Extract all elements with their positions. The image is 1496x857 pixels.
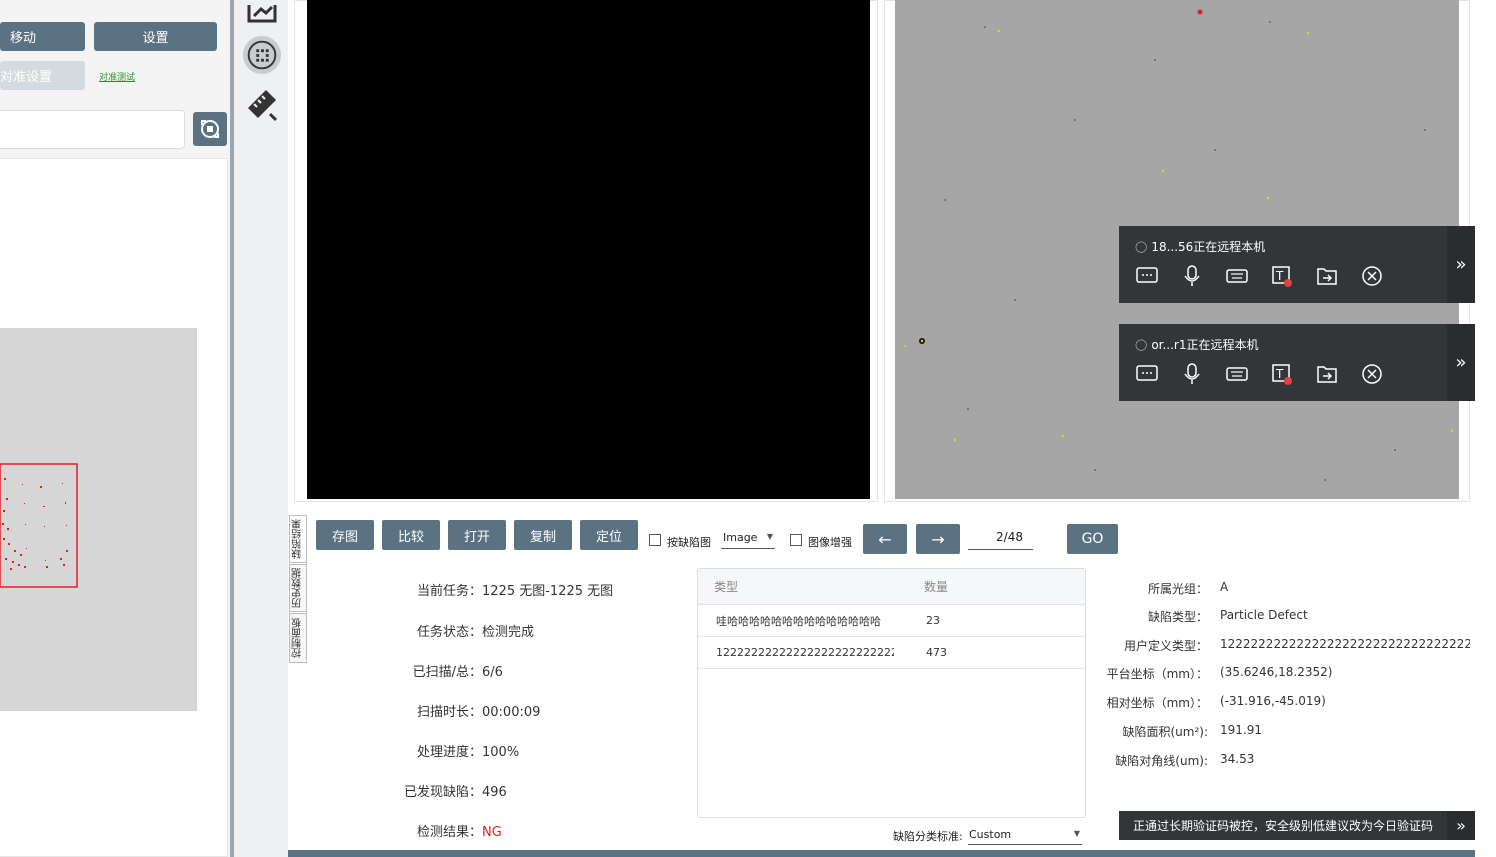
image-zoom-icon[interactable] [242,0,282,28]
align-test-link[interactable]: 对准测试 [99,70,135,83]
chat-icon[interactable] [1135,264,1159,288]
wafer-icon[interactable] [242,35,282,75]
classification-value: Custom [969,828,1012,841]
remote-session-title: or...r1正在远程本机 [1151,338,1259,352]
prop-light-group-value: A [1220,580,1229,594]
security-warning-toast: 正通过长期验证码被控，安全级别低建议改为今日验证码 » [1119,811,1475,840]
table-header: 类型 数量 [698,569,1085,605]
table-cell-count: 473 [926,646,947,659]
left-image-view[interactable] [307,0,870,499]
image-type-select[interactable]: Image ▼ [721,527,775,549]
vertical-tabs: 缺陷结果 历史数据 控制面板 [288,515,308,665]
prop-defect-diagonal-value: 34.53 [1220,752,1255,766]
image-enhance-checkbox[interactable] [790,534,802,546]
svg-text:T: T [1275,269,1284,283]
go-button[interactable]: GO [1067,524,1118,554]
measure-tool-icon[interactable] [242,84,282,124]
move-button[interactable]: 移动 [0,22,85,51]
text-disabled-icon[interactable]: T [1270,362,1294,386]
defect-type-table: 类型 数量 哇哈哈哈哈哈哈哈哈哈哈哈哈哈哈 23 122222222222222… [697,568,1086,818]
align-settings-button[interactable]: 对准设置 [0,61,85,90]
keyboard-icon[interactable] [1225,264,1249,288]
remote-session-popup: ◯ or...r1正在远程本机 T » [1119,324,1475,401]
close-icon[interactable] [1360,362,1384,386]
chat-icon[interactable] [1135,362,1159,386]
tab-defect-results[interactable]: 缺陷结果 [289,515,307,563]
classification-select[interactable]: Custom ▼ [968,824,1082,845]
close-icon[interactable] [1360,264,1384,288]
keyboard-icon[interactable] [1225,362,1249,386]
expand-chevron-icon[interactable]: » [1447,811,1475,840]
task-info-current-task: 当前任务：1225 无图-1225 无图 [416,584,614,599]
refresh-icon[interactable] [193,112,227,146]
task-info-status: 任务状态：检测完成 [416,625,535,640]
prop-relative-coord-value: (-31.916,-45.019) [1220,694,1326,708]
compare-button[interactable]: 比较 [382,520,440,550]
expand-chevron-icon[interactable]: » [1447,324,1475,401]
task-info-result: 检测结果：NG [416,825,502,840]
column-count-header[interactable]: 数量 [924,569,1024,604]
warning-text: 正通过长期验证码被控，安全级别低建议改为今日验证码 [1133,819,1434,833]
table-cell-type: 1222222222222222222222222222 [716,646,894,659]
task-info-progress: 处理进度：100% [416,745,520,760]
table-row[interactable]: 1222222222222222222222222222 473 [698,637,1085,669]
image-type-value: Image [723,531,758,544]
tab-history-data[interactable]: 历史数据 [289,564,307,612]
right-edge [1475,0,1496,857]
image-enhance-label: 图像增强 [808,536,852,549]
microphone-icon[interactable] [1180,264,1204,288]
table-cell-type: 哇哈哈哈哈哈哈哈哈哈哈哈哈哈哈 [716,614,881,628]
chevron-down-icon: ▼ [766,532,773,541]
expand-chevron-icon[interactable]: » [1447,226,1475,303]
file-transfer-icon[interactable] [1315,264,1339,288]
prop-defect-area-value: 191.91 [1220,723,1262,737]
user-icon: ◯ [1135,338,1148,351]
copy-button[interactable]: 复制 [514,520,572,550]
classification-label: 缺陷分类标准: [893,830,963,843]
chevron-down-icon: ▼ [1073,829,1080,838]
svg-text:T: T [1275,367,1284,381]
remote-session-title: 18...56正在远程本机 [1151,240,1266,254]
prop-platform-coord-value: (35.6246,18.2352) [1220,665,1333,679]
path-input[interactable] [0,110,185,149]
prev-button[interactable]: ← [863,524,907,554]
task-info-defects-found: 已发现缺陷：496 [403,785,507,800]
save-image-button[interactable]: 存图 [316,520,374,550]
result-ng: NG [482,825,502,840]
tab-control-panel[interactable]: 控制面板 [289,613,307,663]
wafer-map[interactable] [0,328,197,711]
next-button[interactable]: → [916,524,960,554]
settings-button[interactable]: 设置 [94,22,217,51]
file-transfer-icon[interactable] [1315,362,1339,386]
locate-button[interactable]: 定位 [580,520,638,550]
task-info-duration: 扫描时长：00:00:09 [416,705,541,720]
open-button[interactable]: 打开 [448,520,506,550]
by-defect-image-checkbox[interactable] [649,534,661,546]
remote-session-popup: ◯ 18...56正在远程本机 T » [1119,226,1475,303]
task-info-scanned: 已扫描/总：6/6 [412,665,503,680]
left-panel: 移动 设置 对准设置 对准测试 [0,0,232,857]
table-row[interactable]: 哇哈哈哈哈哈哈哈哈哈哈哈哈哈哈 23 [698,605,1085,637]
microphone-icon[interactable] [1180,362,1204,386]
page-input[interactable]: 2/48 [968,530,1033,550]
user-icon: ◯ [1135,240,1148,253]
tool-strip [234,0,288,857]
text-disabled-icon[interactable]: T [1270,264,1294,288]
table-cell-count: 23 [926,614,940,627]
prop-defect-type-value: Particle Defect [1220,608,1308,622]
bottom-status-bar [288,850,1475,857]
column-type-header[interactable]: 类型 [714,569,914,604]
by-defect-image-label: 按缺陷图 [667,536,711,549]
prop-user-type-value: 1222222222222222222222222222222222 [1220,637,1470,651]
